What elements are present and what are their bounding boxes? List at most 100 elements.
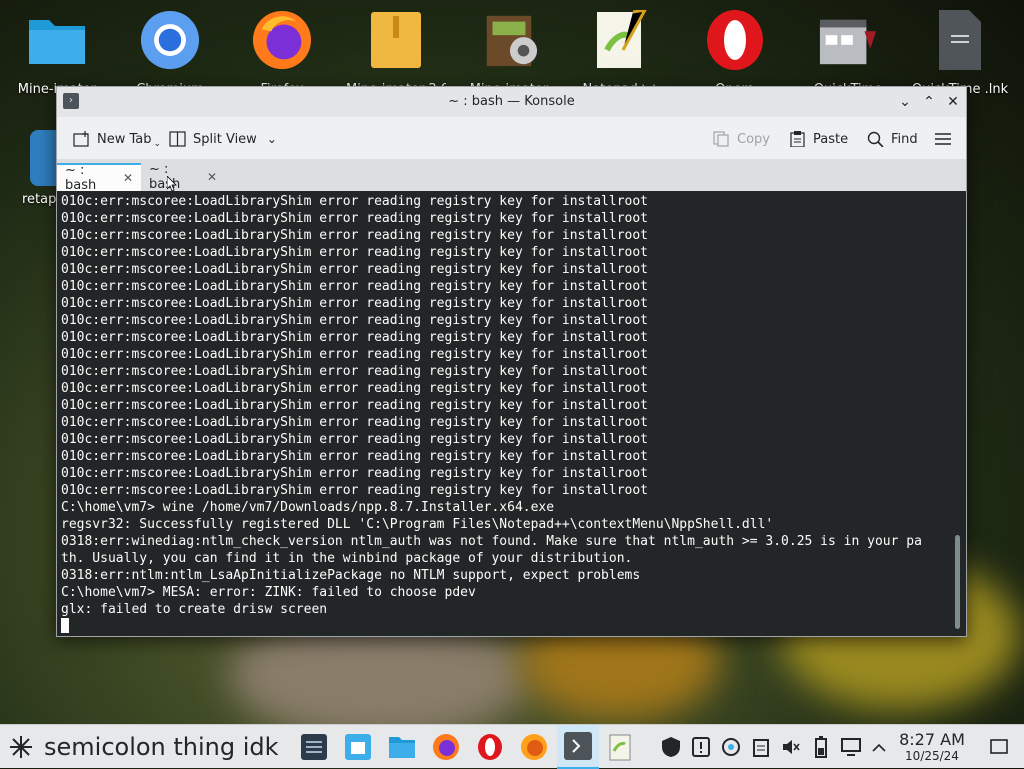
find-button[interactable]: Find bbox=[867, 128, 918, 150]
terminal-line: 010c:err:mscoree:LoadLibraryShim error r… bbox=[61, 483, 648, 498]
active-task-title[interactable]: semicolon thing idk bbox=[44, 733, 279, 761]
terminal-scrollbar[interactable] bbox=[955, 535, 960, 629]
show-desktop-icon bbox=[990, 739, 1008, 754]
firefox-icon bbox=[433, 734, 459, 760]
opera-icon bbox=[705, 10, 765, 70]
hamburger-menu-icon bbox=[935, 133, 951, 145]
tray-shield[interactable] bbox=[656, 732, 686, 762]
app-launcher-button[interactable] bbox=[6, 732, 36, 762]
file-manager-icon bbox=[389, 737, 415, 758]
settings-icon bbox=[301, 734, 327, 760]
terminal-line: 010c:err:mscoree:LoadLibraryShim error r… bbox=[61, 466, 648, 481]
folder-icon bbox=[27, 10, 87, 70]
terminal-line: 010c:err:mscoree:LoadLibraryShim error r… bbox=[61, 194, 648, 209]
clock-date: 10/25/24 bbox=[905, 749, 959, 763]
search-icon bbox=[867, 131, 884, 147]
maximize-button[interactable]: ⌃ bbox=[919, 92, 939, 112]
tab-bar: ~ : bash ✕ ~ : bash ✕ bbox=[57, 159, 966, 193]
paste-icon bbox=[790, 131, 805, 147]
terminal-line: 010c:err:mscoree:LoadLibraryShim error r… bbox=[61, 432, 648, 447]
network-icon bbox=[722, 738, 740, 756]
taskbar-firefox[interactable] bbox=[431, 732, 461, 762]
hamburger-menu-button[interactable] bbox=[934, 128, 958, 150]
window-titlebar[interactable]: › ~ : bash — Konsole ⌄ ⌃ ✕ bbox=[57, 87, 966, 117]
terminal-line: 0318:err:winediag:ntlm_check_version ntl… bbox=[61, 534, 922, 549]
battery-icon bbox=[815, 736, 827, 758]
display-icon bbox=[841, 738, 861, 756]
chromium-icon bbox=[140, 10, 200, 70]
paste-label: Paste bbox=[813, 131, 849, 147]
quicktime-icon bbox=[818, 10, 878, 70]
desktop-icon-label: retap bbox=[22, 192, 56, 207]
desktop-icon-retap[interactable]: retap bbox=[0, 126, 70, 209]
tray-expand[interactable] bbox=[864, 732, 894, 762]
mine-imator-icon bbox=[479, 10, 539, 70]
shortcut-file-icon bbox=[930, 10, 990, 70]
notepadpp-icon bbox=[591, 10, 651, 70]
terminal-line: 010c:err:mscoree:LoadLibraryShim error r… bbox=[61, 364, 648, 379]
taskbar-file-manager[interactable] bbox=[387, 732, 417, 762]
tray-clipboard[interactable] bbox=[746, 732, 776, 762]
close-button[interactable]: ✕ bbox=[943, 92, 963, 112]
mouse-cursor-icon bbox=[167, 176, 177, 192]
taskbar: semicolon thing idk 8:27 AM 10/25/24 bbox=[0, 724, 1024, 769]
taskbar-konsole[interactable] bbox=[557, 725, 599, 769]
tray-volume[interactable] bbox=[776, 732, 806, 762]
minimize-button[interactable]: ⌄ bbox=[895, 92, 915, 112]
tab-bash-1[interactable]: ~ : bash ✕ bbox=[57, 163, 141, 193]
konsole-window: › ~ : bash — Konsole ⌄ ⌃ ✕ New Tab ⌄ Spl… bbox=[56, 86, 967, 637]
archive-icon bbox=[366, 10, 426, 70]
clipboard-icon bbox=[753, 739, 769, 757]
terminal-view[interactable]: 010c:err:mscoree:LoadLibraryShim error r… bbox=[57, 191, 966, 636]
notepadpp-icon bbox=[609, 734, 631, 761]
discover-icon bbox=[345, 734, 371, 760]
terminal-line: 010c:err:mscoree:LoadLibraryShim error r… bbox=[61, 347, 648, 362]
opera-icon bbox=[478, 734, 502, 760]
tab-label: ~ : bash bbox=[65, 163, 97, 193]
taskbar-settings[interactable] bbox=[299, 732, 329, 762]
terminal-line: th. Usually, you can find it in the winb… bbox=[61, 551, 633, 566]
new-tab-button[interactable]: New Tab ⌄ bbox=[73, 128, 161, 150]
taskbar-opera[interactable] bbox=[475, 732, 505, 762]
app-launcher-icon bbox=[10, 736, 32, 758]
terminal-line: 010c:err:mscoree:LoadLibraryShim error r… bbox=[61, 415, 648, 430]
terminal-line: 010c:err:mscoree:LoadLibraryShim error r… bbox=[61, 279, 648, 294]
close-tab-icon[interactable]: ✕ bbox=[123, 171, 133, 185]
copy-button[interactable]: Copy bbox=[713, 128, 770, 150]
terminal-line: 010c:err:mscoree:LoadLibraryShim error r… bbox=[61, 262, 648, 277]
terminal-line: 010c:err:mscoree:LoadLibraryShim error r… bbox=[61, 245, 648, 260]
clock[interactable]: 8:27 AM 10/25/24 bbox=[892, 731, 972, 764]
show-desktop-button[interactable] bbox=[984, 732, 1014, 762]
terminal-line: 0318:err:ntlm:ntlm_LsaApInitializePackag… bbox=[61, 568, 641, 583]
copy-label: Copy bbox=[737, 131, 770, 147]
terminal-line: 010c:err:mscoree:LoadLibraryShim error r… bbox=[61, 449, 648, 464]
terminal-line: 010c:err:mscoree:LoadLibraryShim error r… bbox=[61, 398, 648, 413]
konsole-icon bbox=[564, 732, 592, 760]
terminal-line: 010c:err:mscoree:LoadLibraryShim error r… bbox=[61, 330, 648, 345]
terminal-line: 010c:err:mscoree:LoadLibraryShim error r… bbox=[61, 381, 648, 396]
chevron-down-icon: ⌄ bbox=[153, 139, 162, 149]
terminal-line: 010c:err:mscoree:LoadLibraryShim error r… bbox=[61, 211, 648, 226]
terminal-output: 010c:err:mscoree:LoadLibraryShim error r… bbox=[61, 193, 946, 635]
paste-button[interactable]: Paste bbox=[789, 128, 848, 150]
taskbar-notepadpp[interactable] bbox=[606, 732, 636, 762]
taskbar-discover[interactable] bbox=[343, 732, 373, 762]
taskbar-firefox-2[interactable] bbox=[519, 732, 549, 762]
tray-battery[interactable] bbox=[806, 732, 836, 762]
terminal-line: 010c:err:mscoree:LoadLibraryShim error r… bbox=[61, 296, 648, 311]
tab-bash-2[interactable]: ~ : bash ✕ bbox=[141, 162, 225, 192]
alert-icon bbox=[692, 737, 710, 757]
chevron-down-icon: ⌄ bbox=[266, 132, 277, 146]
tray-display[interactable] bbox=[836, 732, 866, 762]
tray-notifications[interactable] bbox=[686, 732, 716, 762]
close-tab-icon[interactable]: ✕ bbox=[207, 170, 217, 184]
terminal-line: glx: failed to create drisw screen bbox=[61, 602, 328, 617]
find-label: Find bbox=[891, 131, 918, 147]
terminal-line: regsvr32: Successfully registered DLL 'C… bbox=[61, 517, 774, 532]
split-view-button[interactable]: Split View ⌄ bbox=[169, 128, 277, 150]
split-view-icon bbox=[169, 131, 186, 147]
window-title: ~ : bash — Konsole bbox=[448, 94, 575, 109]
terminal-line: C:\home\vm7> MESA: error: ZINK: failed t… bbox=[61, 585, 476, 600]
terminal-line: 010c:err:mscoree:LoadLibraryShim error r… bbox=[61, 228, 648, 243]
tray-network[interactable] bbox=[716, 732, 746, 762]
